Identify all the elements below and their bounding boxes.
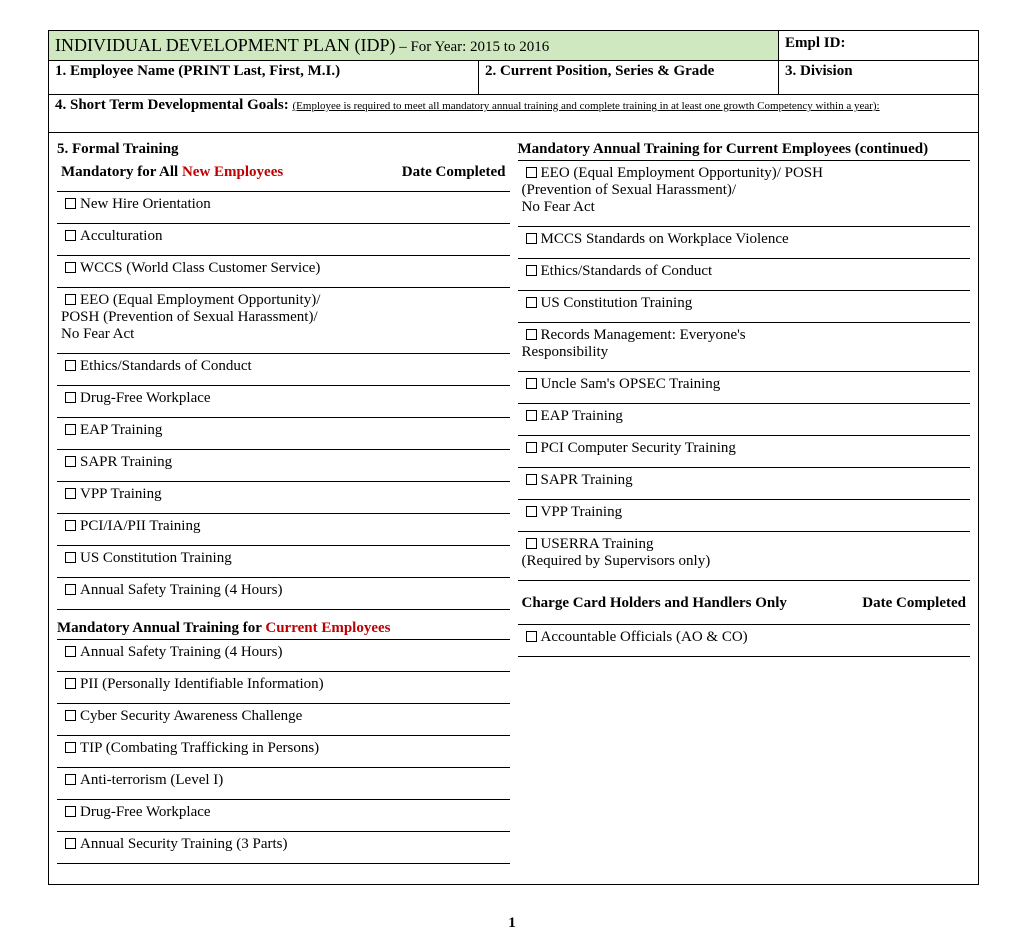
item-label: POSH (Prevention of Sexual Harassment)/ bbox=[61, 309, 318, 325]
item-label: No Fear Act bbox=[522, 199, 595, 215]
item-label: PCI Computer Security Training bbox=[541, 440, 736, 456]
checkbox-icon[interactable] bbox=[65, 678, 76, 689]
item-label: No Fear Act bbox=[61, 326, 134, 342]
item-label: SAPR Training bbox=[541, 472, 633, 488]
employee-name-cell: 1. Employee Name (PRINT Last, First, M.I… bbox=[49, 61, 479, 95]
cur-emp-hdr-a: Mandatory Annual Training for bbox=[57, 620, 265, 636]
current-employee-table: Annual Safety Training (4 Hours) PII (Pe… bbox=[57, 639, 510, 864]
item-label: PII (Personally Identifiable Information… bbox=[80, 676, 324, 692]
checkbox-icon[interactable] bbox=[65, 646, 76, 657]
item-label: USERRA Training bbox=[541, 536, 654, 552]
checkbox-icon[interactable] bbox=[526, 378, 537, 389]
item-label: Annual Safety Training (4 Hours) bbox=[80, 644, 283, 660]
title-main: INDIVIDUAL DEVELOPMENT PLAN (IDP) bbox=[55, 35, 395, 55]
item-label: Records Management: Everyone's bbox=[541, 327, 746, 343]
charge-date-hdr: Date Completed bbox=[862, 595, 966, 611]
item-label: (Prevention of Sexual Harassment)/ bbox=[522, 182, 737, 198]
checkbox-icon[interactable] bbox=[526, 506, 537, 517]
item-label: Drug-Free Workplace bbox=[80, 804, 211, 820]
continued-table: EEO (Equal Employment Opportunity)/ POSH… bbox=[518, 160, 971, 581]
form-table: INDIVIDUAL DEVELOPMENT PLAN (IDP) – For … bbox=[48, 30, 979, 885]
checkbox-icon[interactable] bbox=[526, 474, 537, 485]
checkbox-icon[interactable] bbox=[526, 233, 537, 244]
item-label: EAP Training bbox=[80, 422, 162, 438]
cur-emp-hdr-b: Current Employees bbox=[265, 620, 390, 636]
title-year: – For Year: 2015 to 2016 bbox=[395, 39, 549, 55]
charge-heading: Charge Card Holders and Handlers Only bbox=[522, 595, 787, 611]
item-label: VPP Training bbox=[80, 486, 162, 502]
title-cell: INDIVIDUAL DEVELOPMENT PLAN (IDP) – For … bbox=[49, 31, 779, 61]
checkbox-icon[interactable] bbox=[526, 297, 537, 308]
position-cell: 2. Current Position, Series & Grade bbox=[479, 61, 779, 95]
checkbox-icon[interactable] bbox=[65, 584, 76, 595]
item-label: Ethics/Standards of Conduct bbox=[80, 358, 252, 374]
employee-name-label: 1. Employee Name (PRINT Last, First, M.I… bbox=[55, 63, 340, 79]
checkbox-icon[interactable] bbox=[526, 329, 537, 340]
checkbox-icon[interactable] bbox=[65, 488, 76, 499]
section5-cell: 5. Formal Training Mandatory for All New… bbox=[49, 133, 979, 885]
goals-cell: 4. Short Term Developmental Goals: (Empl… bbox=[49, 95, 979, 133]
checkbox-icon[interactable] bbox=[526, 538, 537, 549]
checkbox-icon[interactable] bbox=[65, 230, 76, 241]
checkbox-icon[interactable] bbox=[65, 774, 76, 785]
item-label: New Hire Orientation bbox=[80, 196, 211, 212]
goals-label: 4. Short Term Developmental Goals: bbox=[55, 97, 293, 113]
item-label: SAPR Training bbox=[80, 454, 172, 470]
checkbox-icon[interactable] bbox=[65, 262, 76, 273]
new-emp-hdr-b: New Employees bbox=[182, 164, 283, 180]
item-label: Uncle Sam's OPSEC Training bbox=[541, 376, 721, 392]
checkbox-icon[interactable] bbox=[526, 410, 537, 421]
checkbox-icon[interactable] bbox=[65, 294, 76, 305]
checkbox-icon[interactable] bbox=[65, 742, 76, 753]
checkbox-icon[interactable] bbox=[65, 710, 76, 721]
checkbox-icon[interactable] bbox=[65, 520, 76, 531]
item-label: PCI/IA/PII Training bbox=[80, 518, 200, 534]
item-label: Annual Security Training (3 Parts) bbox=[80, 836, 288, 852]
item-label: US Constitution Training bbox=[541, 295, 693, 311]
goals-note: (Employee is required to meet all mandat… bbox=[293, 100, 880, 112]
checkbox-icon[interactable] bbox=[526, 167, 537, 178]
item-label: VPP Training bbox=[541, 504, 623, 520]
new-employee-table: New Hire Orientation Acculturation WCCS … bbox=[57, 191, 510, 610]
new-emp-hdr-a: Mandatory for All bbox=[61, 164, 182, 180]
empl-id-cell: Empl ID: bbox=[779, 31, 979, 61]
checkbox-icon[interactable] bbox=[65, 360, 76, 371]
item-label: EAP Training bbox=[541, 408, 623, 424]
checkbox-icon[interactable] bbox=[65, 838, 76, 849]
checkbox-icon[interactable] bbox=[65, 424, 76, 435]
formal-training-heading: 5. Formal Training bbox=[57, 141, 510, 158]
page-number: 1 bbox=[48, 915, 976, 932]
right-col-heading: Mandatory Annual Training for Current Em… bbox=[518, 141, 971, 158]
division-cell: 3. Division bbox=[779, 61, 979, 95]
item-label: WCCS (World Class Customer Service) bbox=[80, 260, 320, 276]
checkbox-icon[interactable] bbox=[65, 806, 76, 817]
item-label: Annual Safety Training (4 Hours) bbox=[80, 582, 283, 598]
item-label: Responsibility bbox=[522, 344, 609, 360]
item-label: Ethics/Standards of Conduct bbox=[541, 263, 713, 279]
charge-card-table: Accountable Officials (AO & CO) bbox=[518, 624, 971, 657]
checkbox-icon[interactable] bbox=[526, 631, 537, 642]
item-label: TIP (Combating Trafficking in Persons) bbox=[80, 740, 319, 756]
item-label: US Constitution Training bbox=[80, 550, 232, 566]
item-label: EEO (Equal Employment Opportunity)/ bbox=[80, 292, 320, 308]
item-label: Cyber Security Awareness Challenge bbox=[80, 708, 302, 724]
checkbox-icon[interactable] bbox=[65, 552, 76, 563]
date-completed-hdr-left: Date Completed bbox=[402, 164, 506, 180]
item-label: Accountable Officials (AO & CO) bbox=[541, 629, 748, 645]
checkbox-icon[interactable] bbox=[65, 456, 76, 467]
checkbox-icon[interactable] bbox=[65, 392, 76, 403]
item-label: MCCS Standards on Workplace Violence bbox=[541, 231, 789, 247]
division-label: 3. Division bbox=[785, 63, 853, 79]
position-label: 2. Current Position, Series & Grade bbox=[485, 63, 714, 79]
item-note: (Required by Supervisors only) bbox=[522, 553, 711, 569]
item-label: Anti-terrorism (Level I) bbox=[80, 772, 223, 788]
checkbox-icon[interactable] bbox=[65, 198, 76, 209]
checkbox-icon[interactable] bbox=[526, 265, 537, 276]
item-label: Acculturation bbox=[80, 228, 162, 244]
item-label: Drug-Free Workplace bbox=[80, 390, 211, 406]
item-label: EEO (Equal Employment Opportunity)/ POSH bbox=[541, 165, 823, 181]
checkbox-icon[interactable] bbox=[526, 442, 537, 453]
empl-id-label: Empl ID: bbox=[785, 35, 845, 51]
